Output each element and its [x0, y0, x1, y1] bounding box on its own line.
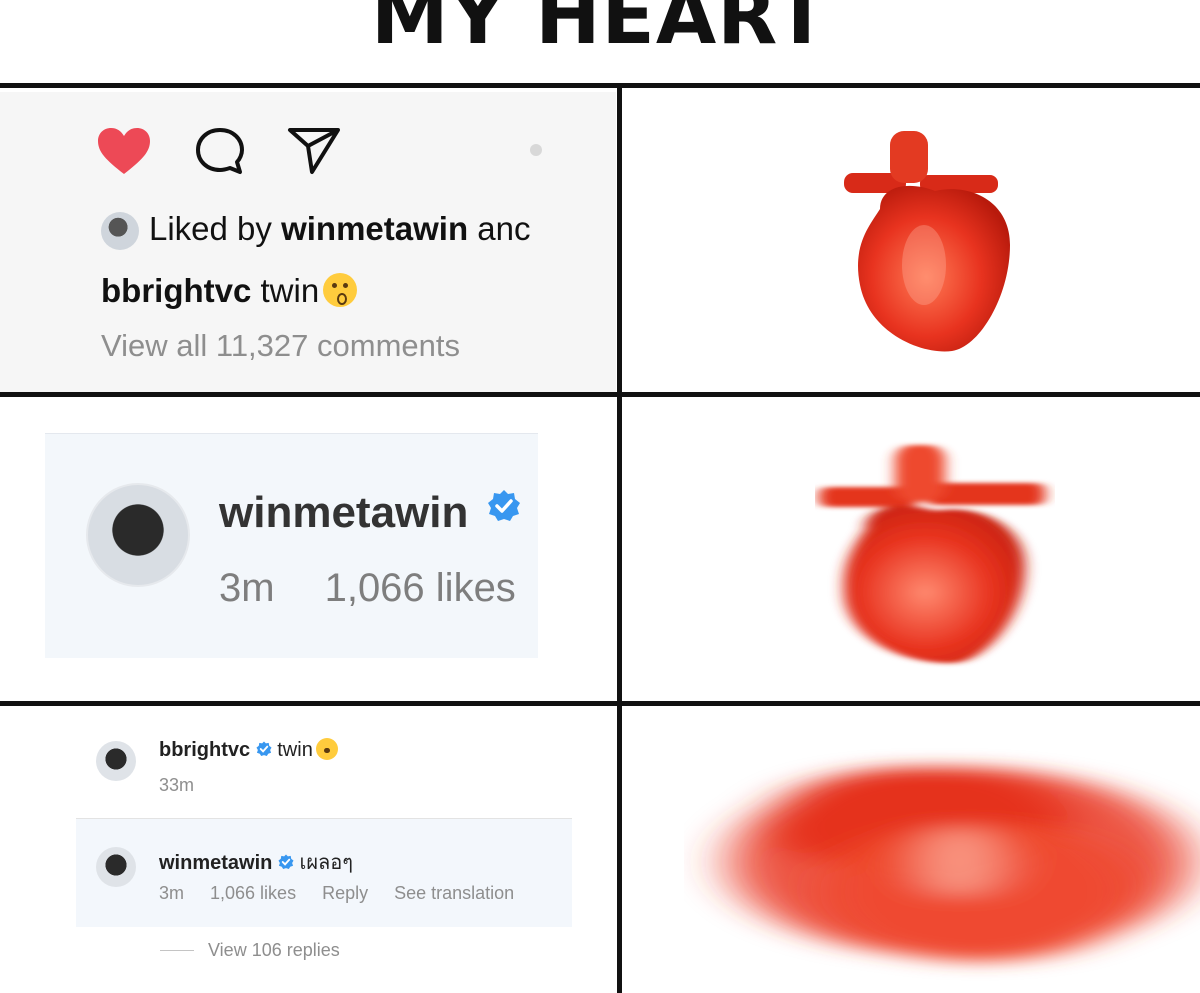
- liked-by-row: Liked by winmetawin anc: [101, 210, 549, 251]
- comment-icon[interactable]: [194, 126, 246, 176]
- anatomical-heart-icon: [730, 767, 1190, 962]
- carousel-dot: [530, 144, 542, 156]
- comment-likes[interactable]: 1,066 likes: [325, 566, 516, 610]
- comment-text: เผลอๆ: [299, 852, 354, 874]
- comment-time: 3m: [219, 566, 275, 610]
- comment-user-link[interactable]: bbrightvc: [159, 739, 250, 761]
- post-caption: bbrightvc twin: [101, 272, 358, 310]
- comment-row: winmetawin เผลอๆ: [159, 846, 353, 878]
- comment-user-link[interactable]: winmetawin: [159, 852, 272, 874]
- comment-likes[interactable]: 1,066 likes: [210, 883, 296, 903]
- caption-user-link[interactable]: bbrightvc: [101, 272, 251, 309]
- avatar[interactable]: [96, 741, 136, 781]
- liked-suffix: anc: [477, 210, 531, 247]
- comment-time: 33m: [159, 775, 195, 795]
- verified-badge-icon: [487, 490, 520, 521]
- comment-username[interactable]: winmetawin: [219, 488, 521, 538]
- comment-row: bbrightvc twin: [159, 738, 338, 762]
- kissing-face-icon: [315, 738, 338, 760]
- avatar[interactable]: [86, 483, 190, 587]
- caption-text: twin: [260, 272, 320, 309]
- view-all-comments-link[interactable]: View all 11,327 comments: [101, 328, 460, 364]
- heart-icon[interactable]: [96, 126, 152, 176]
- divider-top: [0, 83, 1200, 88]
- see-translation-button[interactable]: See translation: [394, 883, 514, 903]
- avatar[interactable]: [96, 847, 136, 887]
- comment-time: 3m: [159, 883, 185, 903]
- share-icon[interactable]: [286, 126, 342, 176]
- comment-text: twin: [277, 739, 313, 761]
- anatomical-heart-icon: [844, 131, 1010, 352]
- kissing-face-icon: [323, 273, 358, 307]
- meme-title: MY HEART: [371, 0, 829, 62]
- view-replies-button[interactable]: View 106 replies: [208, 940, 340, 961]
- replies-line: [160, 950, 194, 951]
- comment-meta: 3m 1,066 likes Reply See translation: [159, 883, 514, 904]
- comment-meta: 3m 1,066 likes: [219, 566, 516, 611]
- verified-badge-icon: [278, 854, 294, 870]
- anatomical-heart-icon: [819, 445, 1045, 664]
- reply-button[interactable]: Reply: [322, 883, 368, 903]
- avatar: [101, 212, 139, 251]
- divider-vertical: [617, 86, 622, 993]
- username-text: winmetawin: [219, 488, 469, 537]
- liked-user-link[interactable]: winmetawin: [281, 210, 468, 247]
- liked-prefix: Liked by: [149, 210, 272, 247]
- divider-row1: [0, 392, 1200, 397]
- comment-meta: 33m: [159, 775, 194, 796]
- verified-badge-icon: [256, 741, 272, 757]
